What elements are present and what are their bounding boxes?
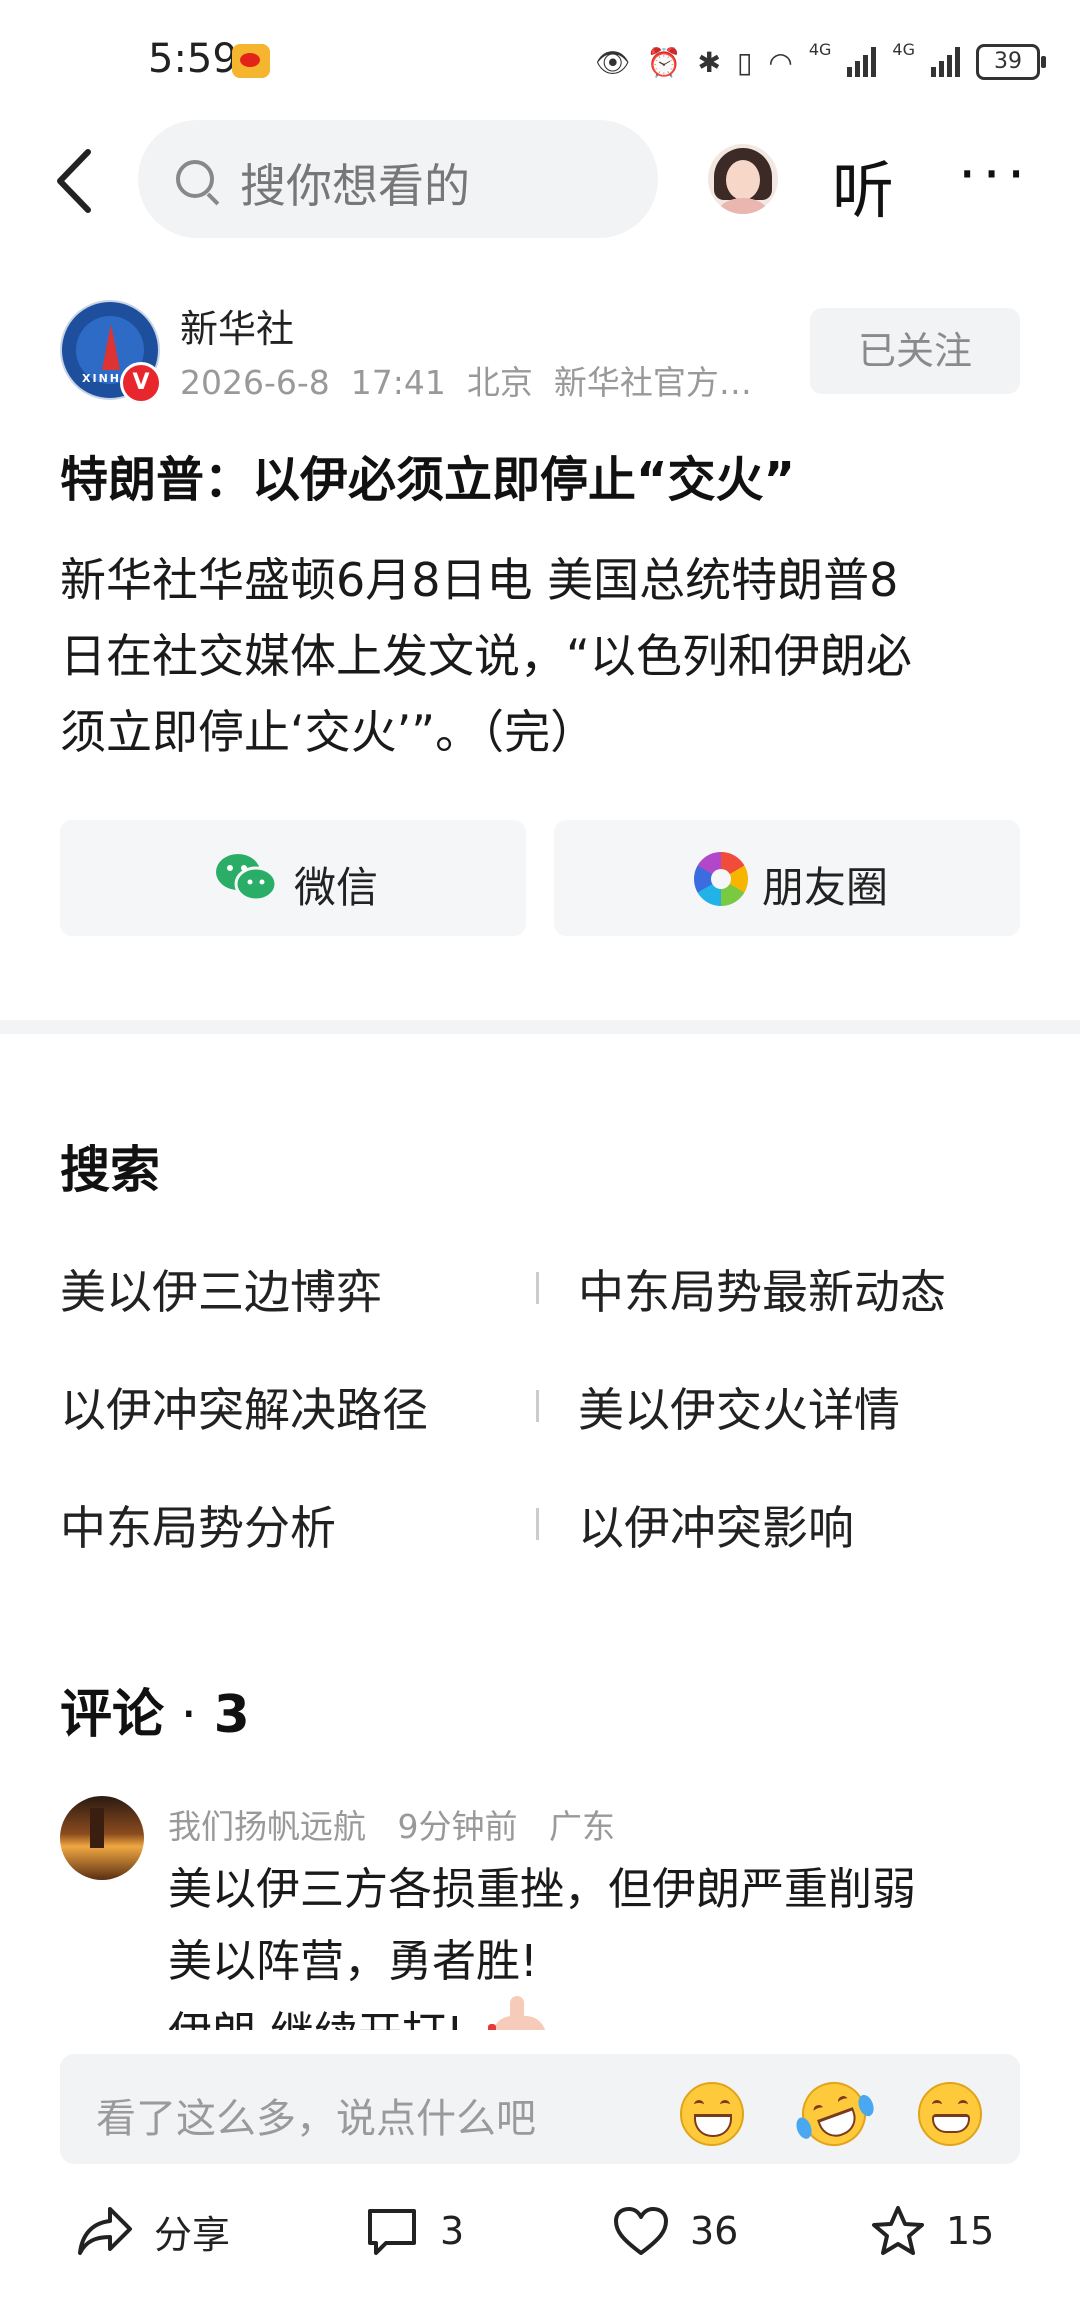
star-icon [872, 2206, 924, 2255]
comment-action-count: 3 [440, 2209, 465, 2253]
wifi-icon: ◠ [768, 45, 793, 79]
comment-text[interactable]: 美以伊三方各损重挫，但伊朗严重削弱 美以阵营，勇者胜! 伊朗·继续开打! [168, 1854, 1028, 2030]
moments-icon [694, 852, 748, 906]
share-arrow-icon [78, 2207, 132, 2255]
favorite-action[interactable]: 15 [870, 2196, 994, 2266]
laugh-emoji-icon[interactable] [680, 2082, 744, 2146]
comment-line-3: 伊朗·继续开打! [168, 1996, 1028, 2030]
comment-meta: 我们扬帆远航 9分钟前 广东 [168, 1800, 615, 1848]
comment-input-placeholder: 看了这么多，说点什么吧 [96, 2096, 536, 2142]
comment-time: 9分钟前 [397, 1807, 518, 1846]
suggestion-separator [536, 1508, 539, 1540]
comment-bubble-icon [368, 2209, 416, 2255]
heart-icon [614, 2207, 668, 2255]
section-divider [0, 1020, 1080, 1034]
chevron-left-icon [57, 149, 91, 213]
follow-button[interactable]: 已关注 [810, 308, 1020, 394]
comment-line: 美以阵营，勇者胜! [168, 1936, 538, 1987]
search-suggestion[interactable]: 以伊冲突解决路径 [60, 1374, 428, 1440]
comment-location: 广东 [548, 1807, 615, 1846]
search-suggestion[interactable]: 以伊冲突影响 [578, 1492, 854, 1558]
search-bar[interactable]: 搜你想看的 [138, 120, 658, 238]
status-time: 5:59 [148, 36, 238, 82]
listen-button[interactable]: 听 [832, 140, 894, 230]
comment-clip: 美以伊三方各损重挫，但伊朗严重削弱 美以阵营，勇者胜! 伊朗·继续开打! [0, 1850, 1080, 2030]
comments-count: 3 [213, 1685, 250, 1745]
comments-title: 评论 [60, 1685, 165, 1745]
grin-emoji-icon[interactable] [918, 2082, 982, 2146]
like-action-count: 36 [690, 2209, 739, 2253]
author-meta: 2026-6-8 17:41 北京 新华社官方… [180, 356, 752, 404]
share-action[interactable]: 分享 [76, 2196, 230, 2266]
battery-icon: 39 [976, 44, 1046, 80]
status-bar: 5:59 👁 ⏰ ✱ ▯ ◠ 4G 4G 39 [0, 0, 1080, 120]
author-name[interactable]: 新华社 [180, 298, 294, 353]
share-wechat-label: 微信 [294, 863, 379, 912]
comments-section-title: 评论 · 3 [60, 1685, 250, 1745]
signal-icon [847, 47, 877, 77]
search-suggestion[interactable]: 美以伊交火详情 [578, 1374, 900, 1440]
share-moments-button[interactable]: 朋友圈 [554, 820, 1020, 936]
alarm-icon: ⏰ [646, 45, 682, 79]
search-placeholder: 搜你想看的 [240, 159, 470, 213]
vibrate-icon: ▯ [736, 45, 753, 79]
search-suggestion[interactable]: 中东局势分析 [60, 1492, 336, 1558]
like-action[interactable]: 36 [612, 2196, 738, 2266]
back-button[interactable] [50, 146, 100, 216]
search-icon [176, 160, 214, 198]
post-date: 2026-6-8 [180, 363, 330, 402]
share-action-label: 分享 [154, 2212, 231, 2257]
favorite-action-count: 15 [946, 2209, 995, 2253]
user-avatar[interactable] [708, 144, 778, 214]
comment-line: 伊朗·继续开打! [168, 2008, 464, 2030]
comment-input[interactable]: 看了这么多，说点什么吧 [60, 2054, 1020, 2164]
comment-line: 美以伊三方各损重挫，但伊朗严重削弱 [168, 1864, 916, 1915]
network-label-1: 4G [808, 40, 832, 59]
bluetooth-icon: ✱ [697, 45, 721, 79]
suggestion-separator [536, 1390, 539, 1422]
search-suggestion[interactable]: 中东局势最新动态 [578, 1256, 946, 1322]
article-body-line: 新华社华盛顿6月8日电 美国总统特朗普8 [60, 553, 899, 607]
post-location: 北京 [466, 363, 533, 402]
search-section-title: 搜索 [60, 1141, 160, 1199]
article-body-line: 须立即停止‘交火’”。（完） [60, 705, 597, 759]
weibo-app-icon [232, 44, 270, 78]
more-options-button[interactable]: ··· [958, 145, 1031, 203]
article-title: 特朗普：以伊必须立即停止“交火” [60, 452, 796, 508]
post-source: 新华社官方… [553, 363, 752, 402]
suggestion-separator [536, 1272, 539, 1304]
share-wechat-button[interactable]: 微信 [60, 820, 526, 936]
signal-icon-2 [931, 47, 960, 77]
comment-user[interactable]: 我们扬帆远航 [168, 1807, 366, 1846]
status-icons: 👁 ⏰ ✱ ▯ ◠ 4G 4G 39 [595, 40, 1046, 84]
article-body: 新华社华盛顿6月8日电 美国总统特朗普8 日在社交媒体上发文说，“以色列和伊朗必… [60, 542, 1020, 770]
wechat-icon [216, 854, 278, 902]
network-label-2: 4G [892, 40, 915, 59]
verified-badge-icon: V [120, 362, 162, 404]
share-moments-label: 朋友圈 [762, 863, 889, 912]
comment-action[interactable]: 3 [364, 2196, 464, 2266]
search-suggestion[interactable]: 美以伊三边博弈 [60, 1256, 382, 1322]
article-body-line: 日在社交媒体上发文说，“以色列和伊朗必 [60, 629, 912, 683]
post-time: 17:41 [350, 363, 446, 402]
thumbs-up-icon [487, 1996, 546, 2030]
tears-of-joy-emoji-icon[interactable] [792, 2072, 876, 2156]
eye-icon: 👁 [595, 45, 631, 79]
